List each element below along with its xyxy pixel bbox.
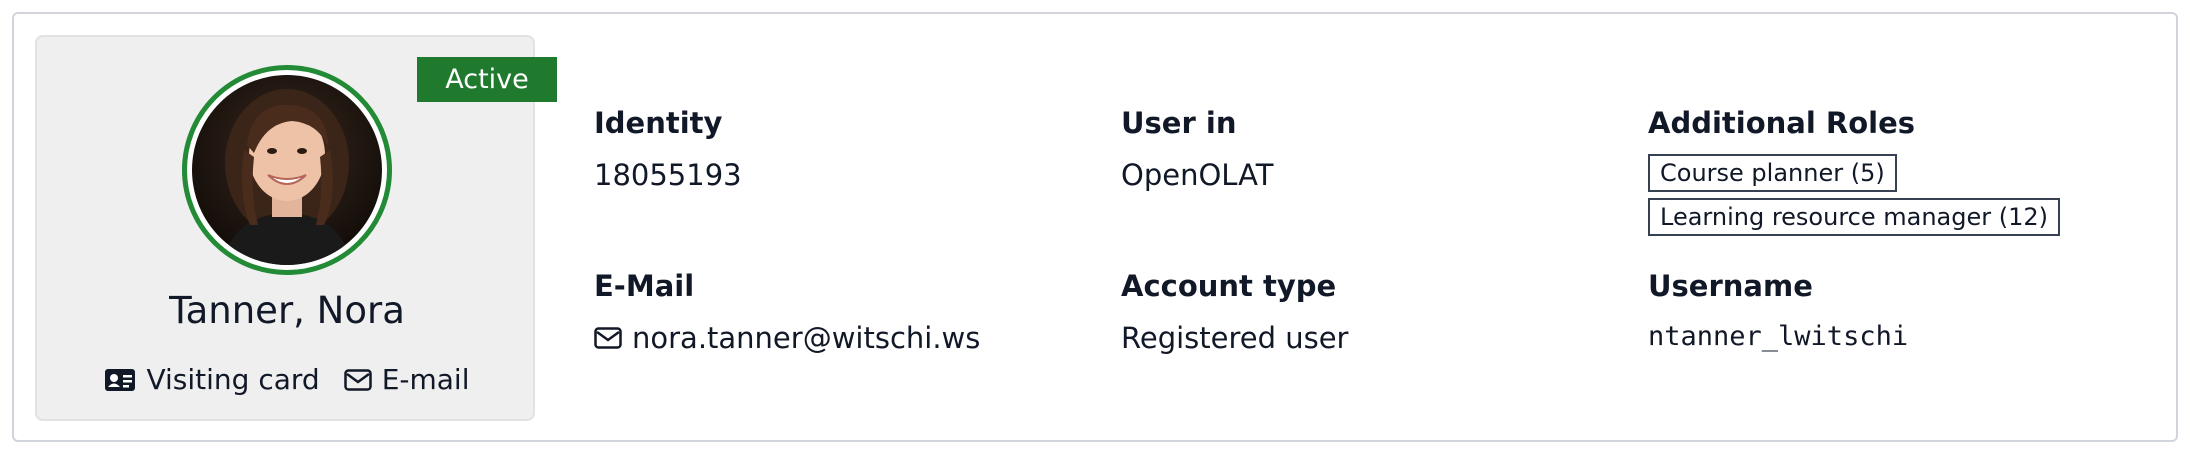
username-field: Username ntanner_lwitschi — [1648, 269, 1908, 352]
visiting-card-label: Visiting card — [146, 363, 320, 396]
email-link-label: E-mail — [381, 363, 470, 396]
user-in-value: OpenOLAT — [1121, 158, 1274, 192]
visiting-card-link[interactable]: Visiting card — [104, 363, 320, 396]
additional-roles-field: Additional Roles Course planner (5) Lear… — [1648, 106, 2061, 236]
username-value: ntanner_lwitschi — [1648, 321, 1909, 352]
profile-links: Visiting card E-mail — [37, 363, 537, 396]
email-field: E-Mail nora.tanner@witschi.ws — [594, 269, 980, 355]
status-badge: Active — [417, 57, 557, 102]
email-value-row: nora.tanner@witschi.ws — [594, 321, 980, 355]
identity-label: Identity — [594, 106, 723, 140]
email-link[interactable]: E-mail — [343, 363, 470, 396]
identity-field: Identity 18055193 — [594, 106, 742, 192]
email-value[interactable]: nora.tanner@witschi.ws — [632, 321, 980, 355]
identity-value: 18055193 — [594, 158, 742, 192]
id-card-icon — [105, 368, 136, 391]
role-tag-course-planner: Course planner (5) — [1648, 154, 1897, 192]
user-profile-card: Active Tanner, Nora Visiting card E-mail — [35, 35, 557, 421]
user-name: Tanner, Nora — [169, 289, 405, 332]
user-in-field: User in OpenOLAT — [1121, 106, 1273, 192]
role-tag-learning-resource-manager: Learning resource manager (12) — [1648, 198, 2061, 236]
account-type-label: Account type — [1121, 269, 1337, 303]
roles-list: Course planner (5) Learning resource man… — [1648, 154, 2061, 236]
user-in-label: User in — [1121, 106, 1237, 140]
envelope-icon — [594, 327, 622, 349]
envelope-icon — [343, 368, 372, 391]
additional-roles-label: Additional Roles — [1648, 106, 1916, 140]
user-overview-panel: Active Tanner, Nora Visiting card E-mail… — [12, 12, 2178, 442]
email-label: E-Mail — [594, 269, 695, 303]
account-type-value: Registered user — [1121, 321, 1349, 355]
username-label: Username — [1648, 269, 1813, 303]
account-type-field: Account type Registered user — [1121, 269, 1348, 355]
avatar — [182, 65, 392, 275]
avatar-image — [192, 75, 382, 265]
